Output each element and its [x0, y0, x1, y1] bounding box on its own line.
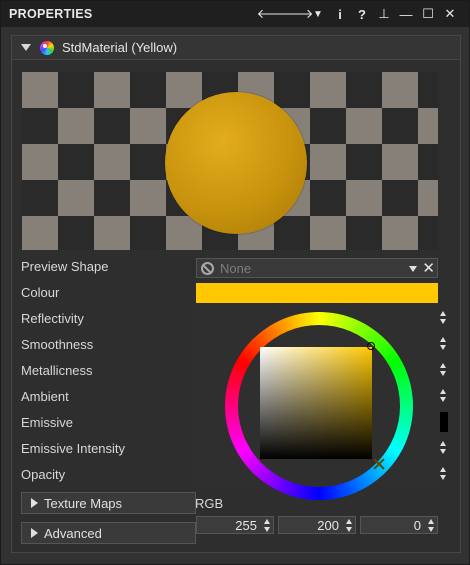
material-preview [22, 72, 438, 250]
arrow-right-icon[interactable]: 🡒 [279, 1, 314, 27]
sv-marker[interactable] [367, 342, 375, 350]
colour-label: Colour [21, 285, 60, 300]
preview-shape-value: None [220, 260, 252, 276]
chevron-down-icon[interactable] [409, 266, 417, 272]
title-bar: PROPERTIES 🡐 🡒 ▼ i ? ⊥ — ☐ ✕ [1, 1, 469, 27]
title-bar-icons: 🡐 🡒 ▼ i ? ⊥ — ☐ ✕ [257, 1, 461, 27]
expand-arrow-icon [31, 528, 38, 538]
emissive-intensity-label: Emissive Intensity [21, 441, 126, 456]
opacity-label: Opacity [21, 467, 66, 482]
emissive-label: Emissive [21, 415, 74, 430]
material-panel: StdMaterial (Yellow) Preview Shape None … [11, 35, 461, 553]
preview-shape-dropdown[interactable]: None ✕ [196, 258, 438, 278]
preview-shape-label: Preview Shape [21, 259, 109, 274]
material-title: StdMaterial (Yellow) [62, 40, 178, 55]
preview-sphere [165, 92, 307, 234]
expand-arrow-icon [31, 498, 38, 508]
collapse-caret-icon[interactable] [21, 44, 31, 51]
rgb-mode-label: RGB [195, 496, 224, 511]
info-icon[interactable]: i [329, 1, 351, 27]
smoothness-label: Smoothness [21, 337, 94, 352]
advanced-section[interactable]: Advanced [21, 522, 196, 544]
green-stepper-icon[interactable] [346, 519, 352, 532]
saturation-value-square[interactable] [260, 347, 372, 459]
dropdown-icon[interactable]: ▼ [307, 1, 329, 27]
green-input[interactable]: 200 [278, 516, 356, 534]
red-stepper-icon[interactable] [264, 519, 270, 532]
metallicness-label: Metallicness [21, 363, 93, 378]
close-icon[interactable]: ✕ [439, 1, 461, 27]
color-picker-popup [194, 304, 440, 500]
material-header[interactable]: StdMaterial (Yellow) [12, 36, 460, 60]
minimize-icon[interactable]: — [395, 1, 417, 27]
material-icon [40, 40, 54, 55]
properties-window: PROPERTIES 🡐 🡒 ▼ i ? ⊥ — ☐ ✕ StdMaterial… [0, 0, 470, 565]
colour-swatch[interactable] [196, 283, 438, 303]
blue-input[interactable]: 0 [360, 516, 438, 534]
no-sign-icon [201, 261, 214, 275]
texture-maps-section[interactable]: Texture Maps [21, 492, 196, 514]
reflectivity-label: Reflectivity [21, 311, 84, 326]
texture-maps-label: Texture Maps [44, 495, 123, 511]
clear-icon[interactable]: ✕ [422, 259, 435, 277]
hue-marker[interactable] [372, 457, 386, 471]
pin-icon[interactable]: ⊥ [373, 1, 395, 27]
maximize-icon[interactable]: ☐ [417, 1, 439, 27]
ambient-label: Ambient [21, 389, 69, 404]
advanced-label: Advanced [44, 525, 102, 541]
red-input[interactable]: 255 [196, 516, 274, 534]
blue-stepper-icon[interactable] [428, 519, 434, 532]
window-title: PROPERTIES [9, 7, 93, 21]
help-icon[interactable]: ? [351, 1, 373, 27]
